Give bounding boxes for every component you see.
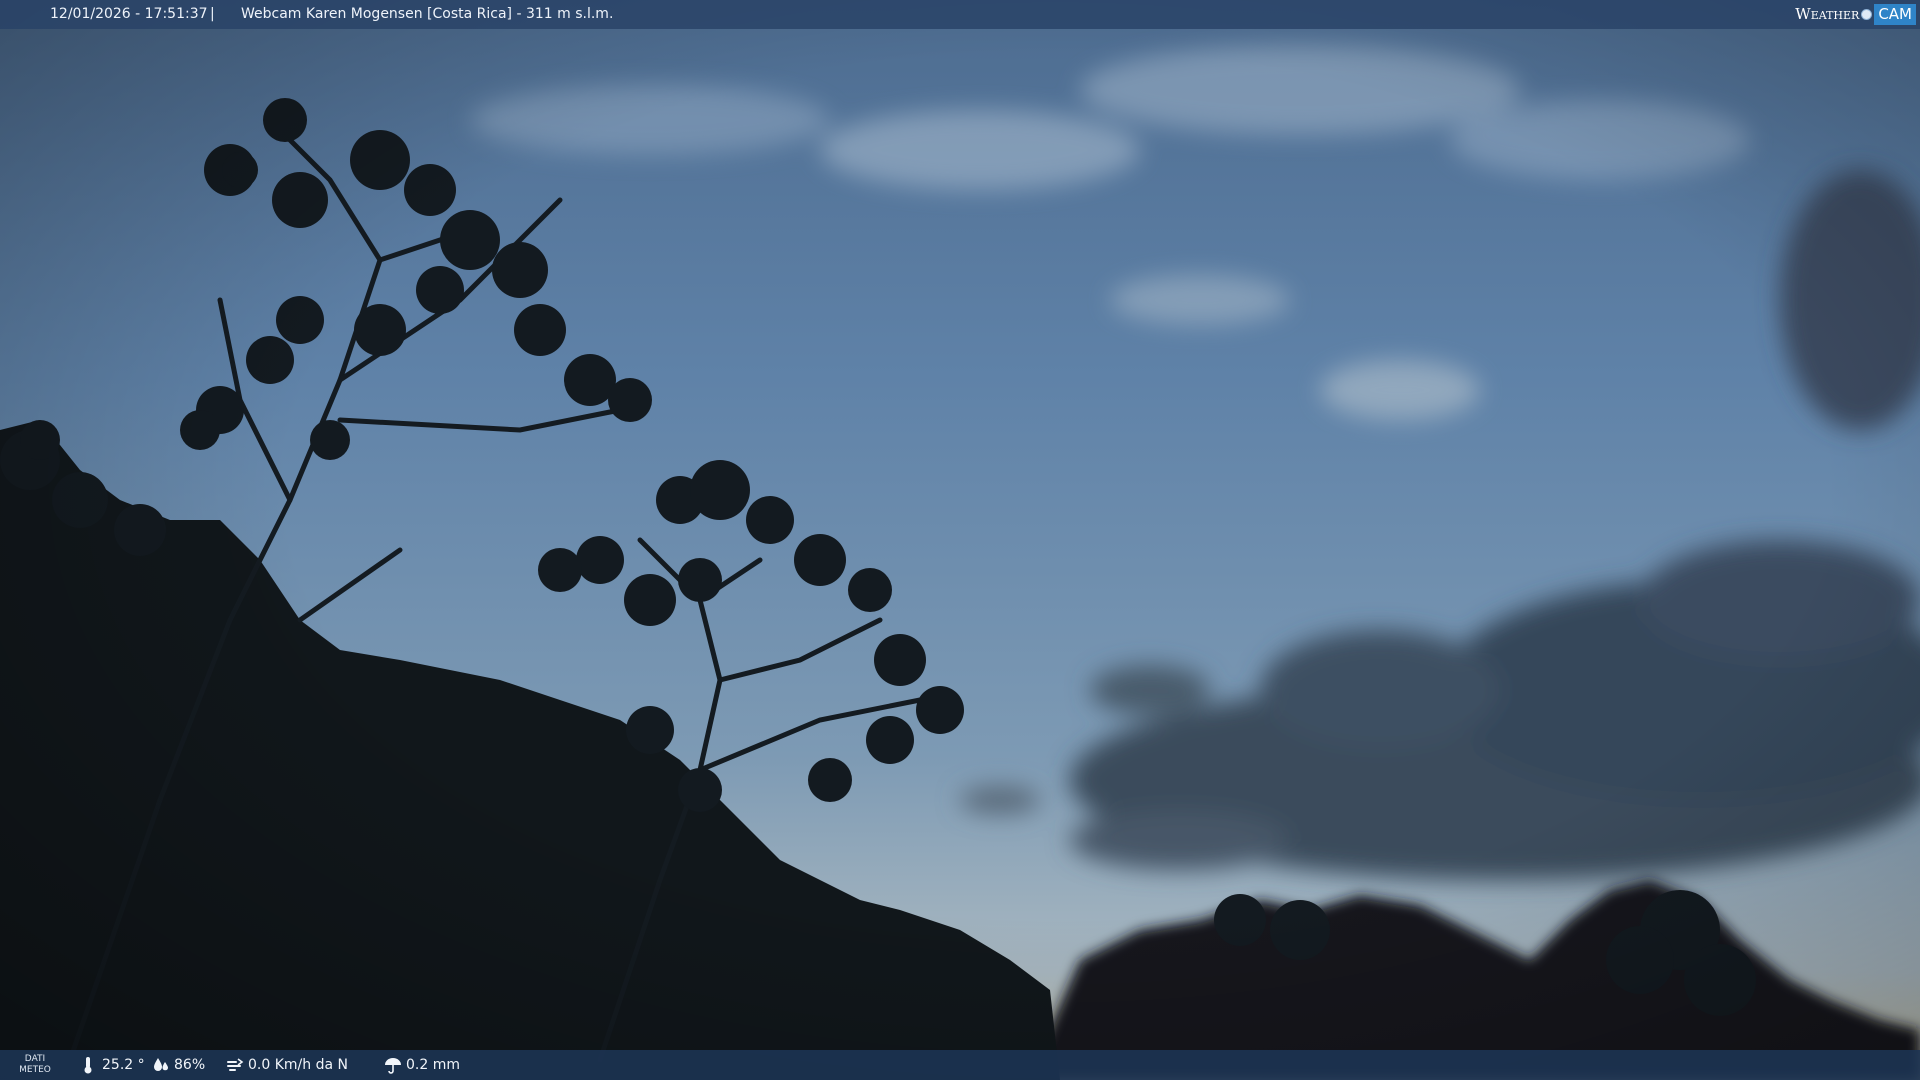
rain-umbrella-icon (384, 1056, 401, 1074)
weather-data-bar: DATI METEO 25.2 ° 86% 0.0 Km/h da N 0.2 … (0, 1050, 1920, 1080)
wind-icon (226, 1056, 244, 1074)
logo-weather-text: Weather (1795, 5, 1860, 23)
humidity-value: 86% (174, 1057, 206, 1073)
humidity-reading: 86% (152, 1050, 205, 1080)
dati-meteo-label: DATI METEO (12, 1054, 58, 1076)
logo-cam-text: CAM (1874, 4, 1916, 25)
temperature-value: 25.2 ° (102, 1057, 145, 1073)
humidity-drops-icon (152, 1056, 168, 1074)
rain-value: 0.2 mm (406, 1057, 460, 1073)
wind-value: 0.0 Km/h da N (248, 1057, 348, 1073)
dati-label-line1: DATI (24, 1054, 46, 1064)
camera-title: Webcam Karen Mogensen [Costa Rica] - 311… (241, 6, 614, 22)
temperature-reading: 25.2 ° (80, 1050, 145, 1080)
wind-reading: 0.0 Km/h da N (226, 1050, 348, 1080)
weathercam-logo[interactable]: Weather CAM (1795, 3, 1916, 26)
sky-landscape-photo (0, 0, 1920, 1080)
timestamp: 12/01/2026 - 17:51:37 (50, 6, 208, 22)
webcam-header-bar: 12/01/2026 - 17:51:37 | Webcam Karen Mog… (0, 0, 1920, 29)
rain-reading: 0.2 mm (384, 1050, 460, 1080)
header-separator: | (210, 6, 215, 22)
logo-globe-icon (1861, 9, 1873, 20)
thermometer-icon (80, 1056, 96, 1074)
dati-label-line2: METEO (19, 1065, 51, 1075)
webcam-image (0, 0, 1920, 1080)
